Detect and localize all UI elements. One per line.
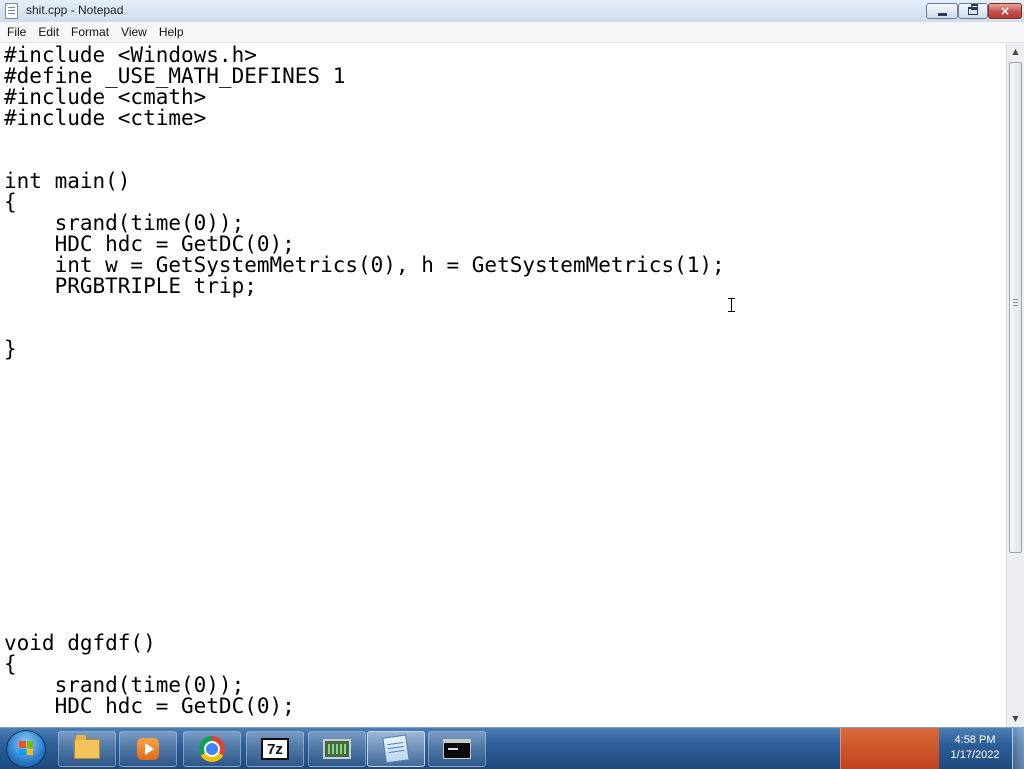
taskbar-explorer[interactable] [58, 731, 116, 767]
code-line: HDC hdc = GetDC(0); [4, 694, 295, 718]
code-line: #include <Windows.h> [4, 43, 257, 67]
clock-time: 4:58 PM [954, 734, 996, 746]
window-title: shit.cpp - Notepad [26, 3, 124, 17]
chrome-icon [199, 736, 225, 762]
media-player-icon [137, 738, 159, 760]
show-desktop-button[interactable] [1012, 728, 1024, 769]
notepad-icon [5, 3, 18, 19]
clock[interactable]: 4:58 PM 1/17/2022 [938, 728, 1012, 769]
code-line: srand(time(0)); [4, 211, 245, 235]
taskbar-monitor[interactable] [308, 731, 366, 767]
code-line: #include <ctime> [4, 106, 207, 130]
scroll-thumb[interactable] [1009, 62, 1022, 553]
grip-icon [1013, 299, 1018, 307]
cmd-icon [443, 739, 471, 759]
code-line: { [4, 190, 17, 214]
text-editor[interactable]: #include <Windows.h> #define _USE_MATH_DE… [0, 43, 1006, 727]
code-line: { [4, 652, 17, 676]
clock-date: 1/17/2022 [950, 749, 1000, 761]
taskbar-cmd[interactable] [428, 731, 486, 767]
close-button[interactable]: × [988, 3, 1022, 19]
code-line: srand(time(0)); [4, 673, 245, 697]
menu-edit[interactable]: Edit [32, 22, 65, 42]
minimize-icon [937, 12, 947, 16]
taskbar-notepad[interactable] [367, 731, 425, 767]
menu-bar: File Edit Format View Help [0, 22, 1024, 43]
notification-area[interactable] [840, 728, 939, 769]
menu-view[interactable]: View [115, 22, 153, 42]
vertical-scrollbar[interactable]: ▲ ▼ [1006, 43, 1024, 727]
taskbar-media-player[interactable] [119, 731, 177, 767]
title-bar[interactable]: shit.cpp - Notepad × [0, 0, 1024, 23]
code-line: #include <cmath> [4, 85, 207, 109]
restore-icon [968, 4, 978, 15]
code-line: PRGBTRIPLE trip; [4, 274, 257, 298]
code-line: #define _USE_MATH_DEFINES 1 [4, 64, 346, 88]
menu-format[interactable]: Format [65, 22, 115, 42]
folder-icon [74, 735, 100, 759]
code-line: void dgfdf() [4, 631, 156, 655]
scroll-up-button[interactable]: ▲ [1007, 43, 1024, 60]
menu-help[interactable]: Help [153, 22, 190, 42]
menu-file[interactable]: File [0, 22, 32, 42]
windows-start-icon [19, 741, 33, 755]
code-line: HDC hdc = GetDC(0); [4, 232, 295, 256]
taskbar-7zip[interactable]: 7z [246, 731, 304, 767]
taskbar: 7z 4:58 PM 1/17/2022 [0, 727, 1024, 769]
taskbar-chrome[interactable] [183, 731, 241, 767]
minimize-button[interactable] [926, 3, 958, 19]
close-icon: × [999, 4, 1011, 18]
maximize-button[interactable] [958, 3, 988, 19]
scroll-down-button[interactable]: ▼ [1007, 710, 1024, 727]
notepad-icon [382, 734, 410, 764]
code-line: int main() [4, 169, 131, 193]
monitor-icon [323, 739, 351, 759]
code-line: } [4, 337, 17, 361]
text-cursor-icon [728, 298, 735, 312]
code-line: int w = GetSystemMetrics(0), h = GetSyst… [4, 253, 725, 277]
start-button[interactable] [6, 730, 46, 768]
7zip-icon: 7z [261, 738, 289, 760]
